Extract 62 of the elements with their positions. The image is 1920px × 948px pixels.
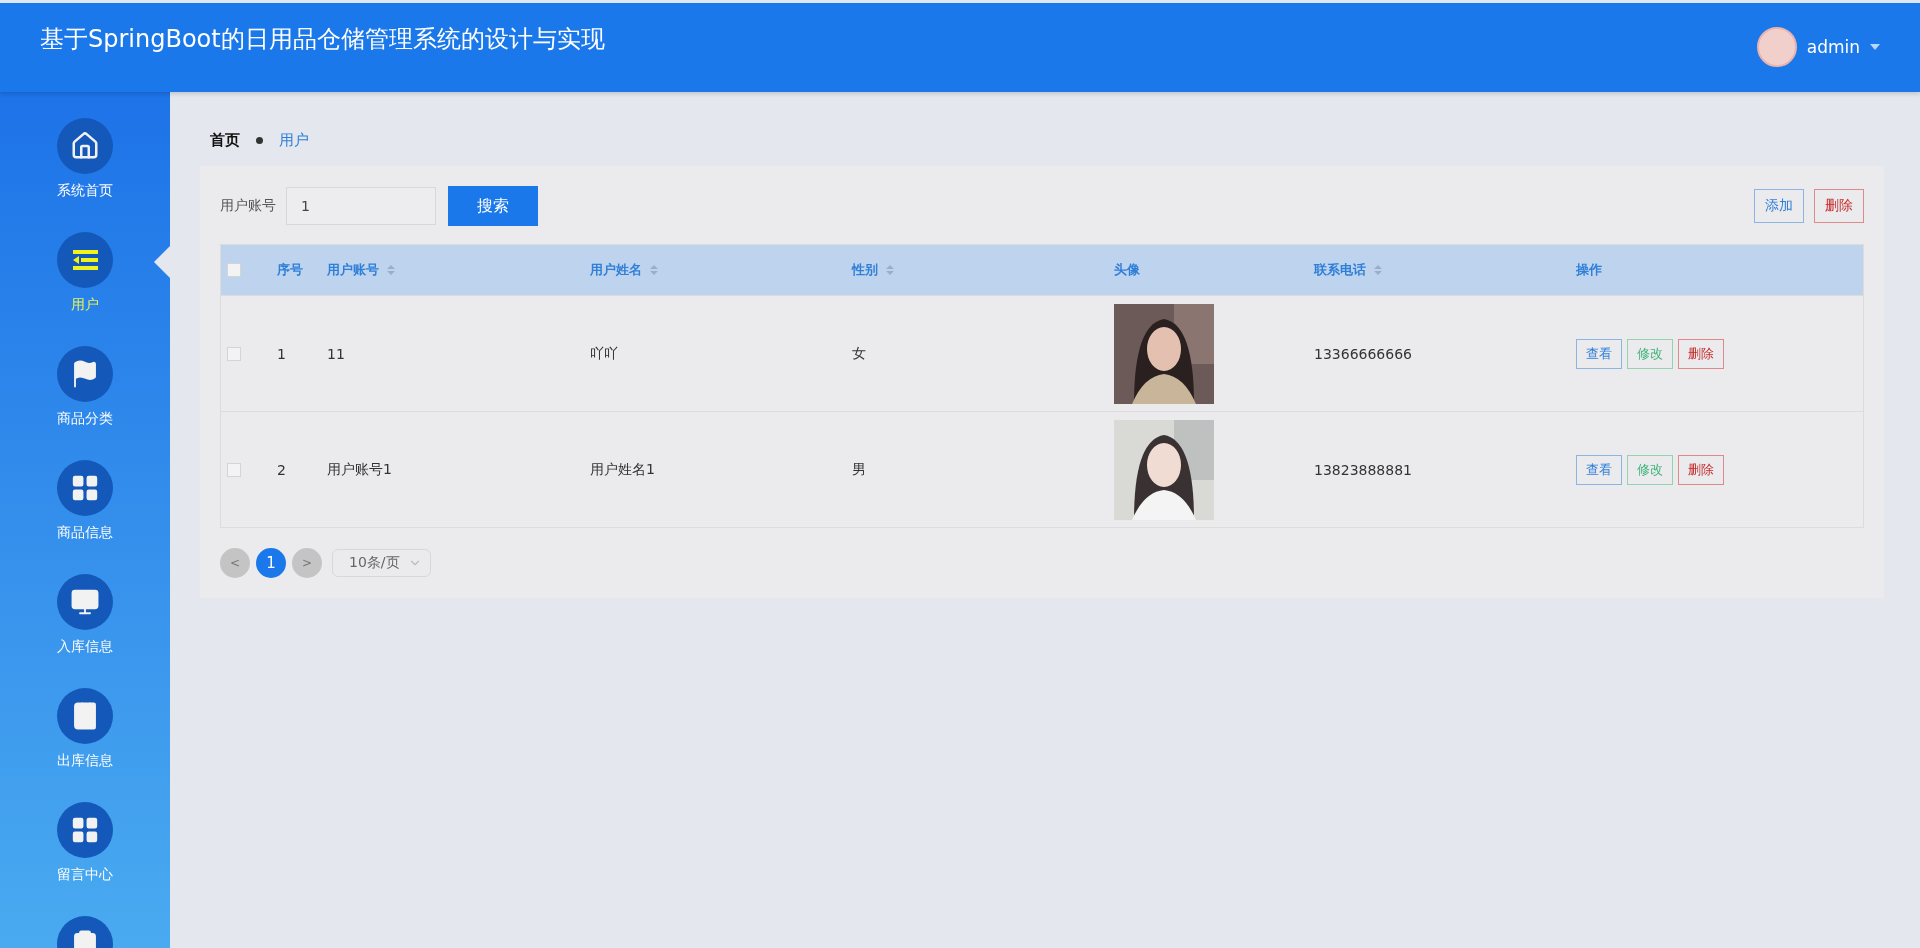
page-button[interactable]: 1 bbox=[256, 548, 286, 578]
table-cell-text: 1 bbox=[277, 345, 287, 362]
search-button[interactable]: 搜索 bbox=[448, 186, 538, 226]
checkbox[interactable] bbox=[227, 346, 241, 361]
column-header[interactable]: 性别 bbox=[852, 261, 878, 279]
search-label: 用户账号 bbox=[220, 197, 276, 215]
avatar-icon[interactable] bbox=[1756, 27, 1797, 67]
table-cell-text: 11 bbox=[327, 345, 346, 362]
checkbox[interactable] bbox=[227, 263, 241, 277]
edit-button[interactable]: 修改 bbox=[1627, 454, 1673, 485]
menu-icon-circle[interactable] bbox=[57, 688, 113, 744]
page-size-select[interactable]: 10条/页 bbox=[332, 549, 431, 577]
menu-icon-circle[interactable] bbox=[57, 574, 113, 630]
delete-button[interactable]: 删除 bbox=[1678, 338, 1724, 369]
breadcrumb-item[interactable]: 首页 bbox=[210, 130, 240, 150]
menu-icon-circle[interactable] bbox=[57, 802, 113, 858]
column-header: 头像 bbox=[1114, 261, 1140, 279]
column-header[interactable]: 用户姓名 bbox=[590, 261, 642, 279]
sidebar-item[interactable]: 入库信息 bbox=[57, 638, 113, 656]
prev-page-button[interactable]: < bbox=[220, 548, 250, 578]
user-name[interactable]: admin bbox=[1806, 37, 1860, 57]
separator-dot bbox=[256, 136, 263, 144]
view-button[interactable]: 查看 bbox=[1576, 338, 1622, 369]
edit-button[interactable]: 修改 bbox=[1627, 338, 1673, 369]
add-button[interactable]: 添加 bbox=[1754, 189, 1804, 223]
column-header[interactable]: 用户账号 bbox=[327, 261, 379, 279]
sidebar-item[interactable]: 系统首页 bbox=[57, 182, 113, 200]
selection-pointer bbox=[154, 246, 170, 278]
sidebar-item[interactable]: 商品信息 bbox=[57, 524, 113, 542]
app-title: 基于SpringBoot的日用品仓储管理系统的设计与实现 bbox=[40, 24, 605, 55]
table-cell-text: 用户姓名1 bbox=[590, 460, 656, 479]
home-icon bbox=[70, 131, 100, 161]
table-cell-text: 13823888881 bbox=[1314, 461, 1413, 478]
breadcrumb-item[interactable]: 用户 bbox=[279, 130, 309, 150]
grid-icon bbox=[70, 815, 100, 845]
sidebar-item[interactable]: 出库信息 bbox=[57, 752, 113, 770]
grid-icon bbox=[70, 473, 100, 503]
column-header[interactable]: 联系电话 bbox=[1314, 261, 1366, 279]
menu-icon-circle[interactable] bbox=[57, 460, 113, 516]
checkbox[interactable] bbox=[227, 462, 241, 477]
sidebar-item[interactable]: 用户 bbox=[71, 296, 99, 314]
menu-icon-circle[interactable] bbox=[57, 232, 113, 288]
table-cell-text: 2 bbox=[277, 461, 287, 478]
delete-button[interactable]: 删除 bbox=[1678, 454, 1724, 485]
table-cell-text: 男 bbox=[852, 460, 867, 479]
delete-button[interactable]: 删除 bbox=[1814, 189, 1864, 223]
monitor-icon bbox=[70, 587, 100, 617]
menu-icon-circle[interactable] bbox=[57, 118, 113, 174]
menu-icon-circle[interactable] bbox=[57, 346, 113, 402]
sidebar-item[interactable]: 留言中心 bbox=[57, 866, 113, 884]
list-icon bbox=[70, 248, 100, 272]
table-cell-text: 女 bbox=[852, 344, 867, 363]
column-header: 操作 bbox=[1576, 261, 1602, 279]
search-field[interactable]: 1 bbox=[286, 187, 436, 225]
caret-icon[interactable] bbox=[1870, 44, 1880, 50]
next-page-button[interactable]: > bbox=[292, 548, 322, 578]
table-cell-text: 用户账号1 bbox=[327, 460, 393, 479]
sidebar-item[interactable]: 商品分类 bbox=[57, 410, 113, 428]
column-header: 序号 bbox=[277, 261, 303, 279]
table-cell-text: 吖吖 bbox=[590, 344, 619, 363]
view-button[interactable]: 查看 bbox=[1576, 454, 1622, 485]
table-cell-text: 13366666666 bbox=[1314, 345, 1413, 362]
